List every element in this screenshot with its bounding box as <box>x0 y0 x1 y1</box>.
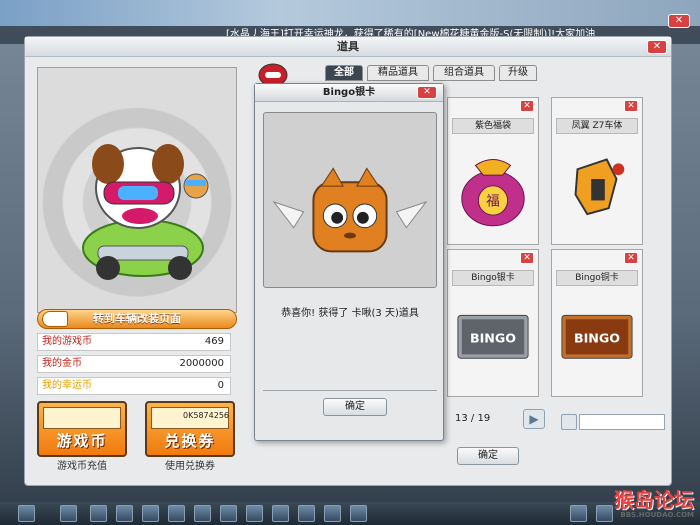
game-coin-caption: 游戏币充值 <box>57 461 107 472</box>
reward-pet-image <box>272 167 428 253</box>
kart-body-icon <box>574 158 625 216</box>
item-name: Bingo银卡 <box>452 270 534 286</box>
stat-label: 我的金币 <box>42 358 82 369</box>
voucher-caption: 使用兑换券 <box>165 461 215 472</box>
item-card-bingo-bronze[interactable]: ✕ Bingo铜卡 BINGO <box>551 249 643 397</box>
bag-badge-text: 福 <box>486 193 500 209</box>
delete-item-button[interactable]: ✕ <box>520 252 534 264</box>
taskbar <box>0 502 700 525</box>
coin-arrow-icon <box>43 407 121 429</box>
character-preview <box>37 67 237 313</box>
tab-upgrade[interactable]: 升级 <box>499 65 537 81</box>
home-icon[interactable] <box>116 505 133 522</box>
stat-label: 我的幸运币 <box>42 380 92 391</box>
game-coin-topup-button[interactable]: 游戏币 <box>37 401 127 457</box>
divider <box>263 390 437 391</box>
items-icon[interactable] <box>194 505 211 522</box>
start-icon[interactable] <box>18 505 35 522</box>
pet-icon[interactable] <box>220 505 237 522</box>
voucher-button[interactable]: 0K5874256 兑换券 <box>145 401 235 457</box>
main-confirm-button[interactable]: 确定 <box>457 447 519 465</box>
item-name: 凤翼 Z7车体 <box>556 118 638 134</box>
dialog-confirm-button[interactable]: 确定 <box>323 398 387 416</box>
tab-all[interactable]: 全部 <box>325 65 363 81</box>
hand-pointer-icon <box>42 311 68 327</box>
item-card-z7-body[interactable]: ✕ 凤翼 Z7车体 <box>551 97 643 245</box>
dialog-close-button[interactable]: ✕ <box>417 86 437 99</box>
game-coin-label: 游戏币 <box>56 432 108 450</box>
stat-value: 469 <box>204 336 224 347</box>
friends-icon[interactable] <box>298 505 315 522</box>
settings-icon[interactable] <box>350 505 367 522</box>
stat-label: 我的游戏币 <box>42 336 92 347</box>
reward-dialog: Bingo银卡 ✕ 恭喜你! 获得了 卡啾(3 天)道具 确定 <box>254 83 444 441</box>
chat-icon[interactable] <box>324 505 341 522</box>
tools-icon[interactable] <box>142 505 159 522</box>
voucher-label: 兑换券 <box>164 432 216 450</box>
search-icon[interactable] <box>561 414 577 430</box>
card-text: BINGO <box>574 331 620 346</box>
menu-icon[interactable] <box>596 505 613 522</box>
window-close-button[interactable]: ✕ <box>647 40 667 54</box>
card-text: BINGO <box>470 331 516 346</box>
tab-combo[interactable]: 组合道具 <box>433 65 495 81</box>
garage-icon[interactable] <box>168 505 185 522</box>
notes-icon[interactable] <box>570 505 587 522</box>
lucky-bag-icon: 福 <box>461 159 525 227</box>
character-kart-image <box>82 144 209 280</box>
stat-lucky-coins: 我的幸运币 0 <box>37 377 231 395</box>
stat-gold-coins: 我的金币 2000000 <box>37 355 231 373</box>
game-background <box>0 0 700 26</box>
delete-item-button[interactable]: ✕ <box>520 100 534 112</box>
dialog-title: Bingo银卡 <box>255 84 443 102</box>
search-input[interactable] <box>579 414 665 430</box>
watermark-text: 猴岛论坛 <box>614 488 694 512</box>
change-kart-label: 转到车辆改装页面 <box>93 312 181 325</box>
tab-premium[interactable]: 精品道具 <box>367 65 429 81</box>
next-page-button[interactable]: ▶ <box>523 409 545 429</box>
shop-icon[interactable] <box>90 505 107 522</box>
item-name: 紫色福袋 <box>452 118 534 134</box>
item-card-purple-bag[interactable]: ✕ 紫色福袋 福 <box>447 97 539 245</box>
stat-game-coins: 我的游戏币 469 <box>37 333 231 351</box>
bingo-silver-card-icon: BINGO <box>457 314 529 359</box>
marquee-close-button[interactable]: ✕ <box>668 14 690 28</box>
delete-item-button[interactable]: ✕ <box>624 100 638 112</box>
bingo-bronze-card-icon: BINGO <box>561 314 633 359</box>
stat-value: 2000000 <box>179 358 224 369</box>
item-name: Bingo铜卡 <box>556 270 638 286</box>
stat-value: 0 <box>217 380 224 391</box>
delete-item-button[interactable]: ✕ <box>624 252 638 264</box>
voucher-code: 0K5874256 <box>183 411 229 420</box>
forum-watermark: 猴岛论坛 BBS.HOUDAO.COM <box>614 484 694 519</box>
window-title: 道具 <box>25 37 671 57</box>
book-icon[interactable] <box>272 505 289 522</box>
page-indicator: 13 / 19 <box>455 413 491 424</box>
reward-preview <box>263 112 437 288</box>
back-icon[interactable] <box>60 505 77 522</box>
item-card-bingo-silver[interactable]: ✕ Bingo银卡 BINGO <box>447 249 539 397</box>
reward-message: 恭喜你! 获得了 卡啾(3 天)道具 <box>281 308 419 319</box>
change-kart-button[interactable]: 转到车辆改装页面 <box>37 309 237 329</box>
mail-icon[interactable] <box>246 505 263 522</box>
watermark-url: BBS.HOUDAO.COM <box>620 511 694 519</box>
